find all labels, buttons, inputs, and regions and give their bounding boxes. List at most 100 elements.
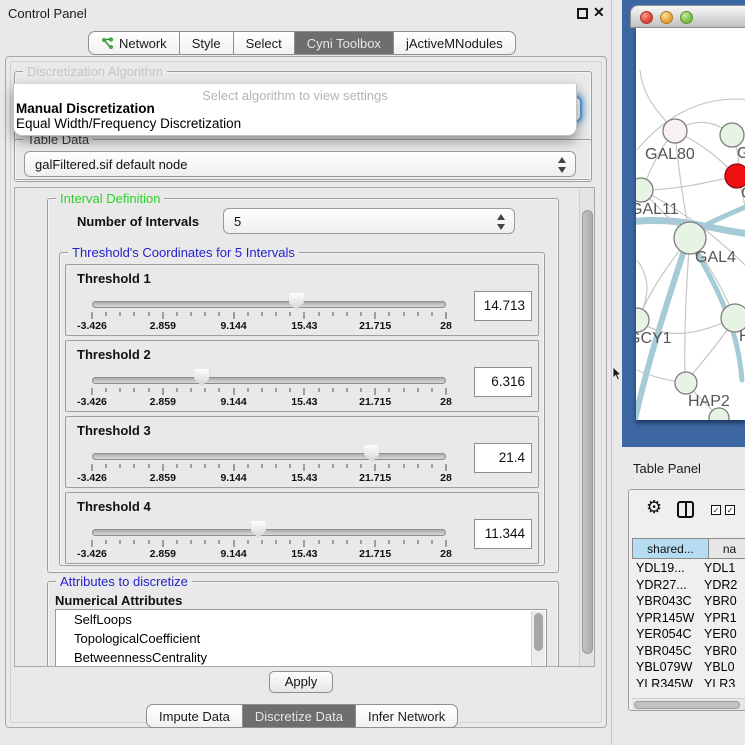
interval-definition-title: Interval Definition xyxy=(56,191,164,206)
table-data-combobox[interactable]: galFiltered.sif default node xyxy=(24,151,576,177)
tab-jactivemnodules[interactable]: jActiveMNodules xyxy=(394,31,516,55)
slider-tick xyxy=(233,312,234,319)
threshold-value-field[interactable]: 14.713 xyxy=(474,291,532,321)
slider-tick xyxy=(304,312,305,319)
threshold-value-field[interactable]: 6.316 xyxy=(474,367,532,397)
gear-icon[interactable]: ⚙ xyxy=(646,497,662,518)
node-gcy1[interactable] xyxy=(636,308,649,332)
control-panel-titlebar: Control Panel ✕ xyxy=(0,0,612,26)
dropdown-placeholder-item[interactable]: Select algorithm to view settings xyxy=(14,84,576,101)
network-canvas[interactable]: GAL80 GA GAL11 GAL4 GCY1 H HAP2 C xyxy=(636,28,745,420)
table-row[interactable]: YDR27... YDR2 xyxy=(632,578,745,595)
attribute-list-item[interactable]: BetweennessCentrality xyxy=(56,648,546,667)
table-cell-shared-name[interactable]: YPR145W xyxy=(636,611,694,625)
combo-stepper-icon xyxy=(558,156,567,174)
threshold-value-field[interactable]: 11.344 xyxy=(474,519,532,549)
slider-tick xyxy=(92,540,93,547)
network-icon xyxy=(101,37,114,50)
slider-tick xyxy=(261,312,262,316)
table-cell-name[interactable]: YBR0 xyxy=(704,644,737,658)
table-cell-shared-name[interactable]: YBR043C xyxy=(636,594,692,608)
tab-style[interactable]: Style xyxy=(180,31,234,55)
tab-discretize-data[interactable]: Discretize Data xyxy=(243,704,356,728)
table-row[interactable]: YLR345W YLR3 xyxy=(632,677,745,688)
table-row[interactable]: YDL19... YDL1 xyxy=(632,561,745,578)
slider-tick xyxy=(431,312,432,316)
slider-tick xyxy=(276,540,277,544)
node-gal11[interactable] xyxy=(636,178,653,202)
column-header-shared[interactable]: shared... xyxy=(632,538,709,559)
table-cell-shared-name[interactable]: YER054C xyxy=(636,627,692,641)
node-label-gcy1: GCY1 xyxy=(636,330,672,347)
list-scrollbar-thumb[interactable] xyxy=(534,613,543,651)
table-row[interactable]: YBR043C YBR0 xyxy=(632,594,745,611)
table-row[interactable]: YPR145W YPR1 xyxy=(632,611,745,628)
slider-tick xyxy=(92,464,93,471)
table-cell-name[interactable]: YPR1 xyxy=(704,611,737,625)
node-gal80[interactable] xyxy=(663,119,687,143)
node-label-h: H xyxy=(739,328,745,345)
settings-scroll-viewport: Interval Definition Number of Intervals … xyxy=(14,187,595,667)
table-row[interactable]: YBL079W YBL0 xyxy=(632,660,745,677)
table-cell-name[interactable]: YBL0 xyxy=(704,660,735,674)
table-cell-shared-name[interactable]: YBL079W xyxy=(636,660,692,674)
numerical-attributes-list[interactable]: SelfLoopsTopologicalCoefficientBetweenne… xyxy=(55,609,547,667)
table-body[interactable]: YDL19... YDL1 YDR27... YDR2 YBR043C YBR0 YPR14… xyxy=(632,561,745,687)
viewport-scrollbar-thumb[interactable] xyxy=(582,210,593,654)
table-cell-name[interactable]: YDL1 xyxy=(704,561,735,575)
table-hscrollbar[interactable] xyxy=(632,698,745,710)
mac-zoom-icon[interactable] xyxy=(680,11,693,24)
slider-tick xyxy=(276,464,277,468)
viewport-scrollbar[interactable] xyxy=(579,188,594,666)
list-scrollbar[interactable] xyxy=(531,611,545,667)
table-cell-name[interactable]: YLR3 xyxy=(704,677,735,688)
close-icon[interactable]: ✕ xyxy=(593,4,605,21)
table-cell-shared-name[interactable]: YDR27... xyxy=(636,578,687,592)
slider-tick xyxy=(191,464,192,468)
table-cell-shared-name[interactable]: YLR345W xyxy=(636,677,693,688)
attribute-list-item[interactable]: SelfLoops xyxy=(56,610,546,629)
number-of-intervals-combobox[interactable]: 5 xyxy=(223,208,515,234)
slider-tick xyxy=(120,464,121,468)
float-window-icon[interactable] xyxy=(577,8,588,19)
tab-select[interactable]: Select xyxy=(234,31,295,55)
dropdown-item-manual-discretization[interactable]: Manual Discretization xyxy=(14,101,576,116)
tab-infer-network[interactable]: Infer Network xyxy=(356,704,458,728)
tab-impute-data[interactable]: Impute Data xyxy=(146,704,243,728)
slider-tick xyxy=(261,540,262,544)
tab-cyni-toolbox[interactable]: Cyni Toolbox xyxy=(295,31,394,55)
table-hscrollbar-thumb[interactable] xyxy=(634,701,740,709)
slider-tick-label: 9.144 xyxy=(220,396,246,408)
table-cell-shared-name[interactable]: YBR045C xyxy=(636,644,692,658)
checkbox-icon[interactable]: ✓ xyxy=(711,505,721,515)
column-header-name[interactable]: na xyxy=(709,538,745,559)
table-cell-name[interactable]: YDR2 xyxy=(704,578,737,592)
slider-tick xyxy=(134,464,135,468)
checkbox-icon[interactable]: ✓ xyxy=(725,505,735,515)
table-cell-shared-name[interactable]: YDL19... xyxy=(636,561,685,575)
dropdown-item-equal-width[interactable]: Equal Width/Frequency Discretization xyxy=(14,116,576,131)
table-cell-name[interactable]: YER0 xyxy=(704,627,737,641)
mac-close-icon[interactable] xyxy=(640,11,653,24)
mac-minimize-icon[interactable] xyxy=(660,11,673,24)
slider-tick-label: 9.144 xyxy=(220,472,246,484)
tab-network[interactable]: Network xyxy=(88,31,180,55)
threshold-3-panel: Threshold 3-3.4262.8599.14415.4321.71528… xyxy=(65,416,539,488)
node-label-gal11: GAL11 xyxy=(636,201,679,218)
node-ga[interactable] xyxy=(720,123,744,147)
split-columns-icon[interactable] xyxy=(677,501,694,518)
thresholds-group-title: Threshold's Coordinates for 5 Intervals xyxy=(68,245,299,260)
threshold-value-field[interactable]: 21.4 xyxy=(474,443,532,473)
tab-style-label: Style xyxy=(192,36,221,51)
apply-button[interactable]: Apply xyxy=(269,671,333,693)
table-cell-name[interactable]: YBR0 xyxy=(704,594,737,608)
table-row[interactable]: YER054C YER0 xyxy=(632,627,745,644)
node-label-c: C xyxy=(741,185,745,202)
table-row[interactable]: YBR045C YBR0 xyxy=(632,644,745,661)
slider-tick-label: 9.144 xyxy=(220,548,246,560)
attribute-list-item[interactable]: TopologicalCoefficient xyxy=(56,629,546,648)
network-window-titlebar[interactable] xyxy=(630,5,745,28)
node-hap2[interactable] xyxy=(675,372,697,394)
slider-tick xyxy=(261,464,262,468)
slider-tick xyxy=(403,464,404,468)
